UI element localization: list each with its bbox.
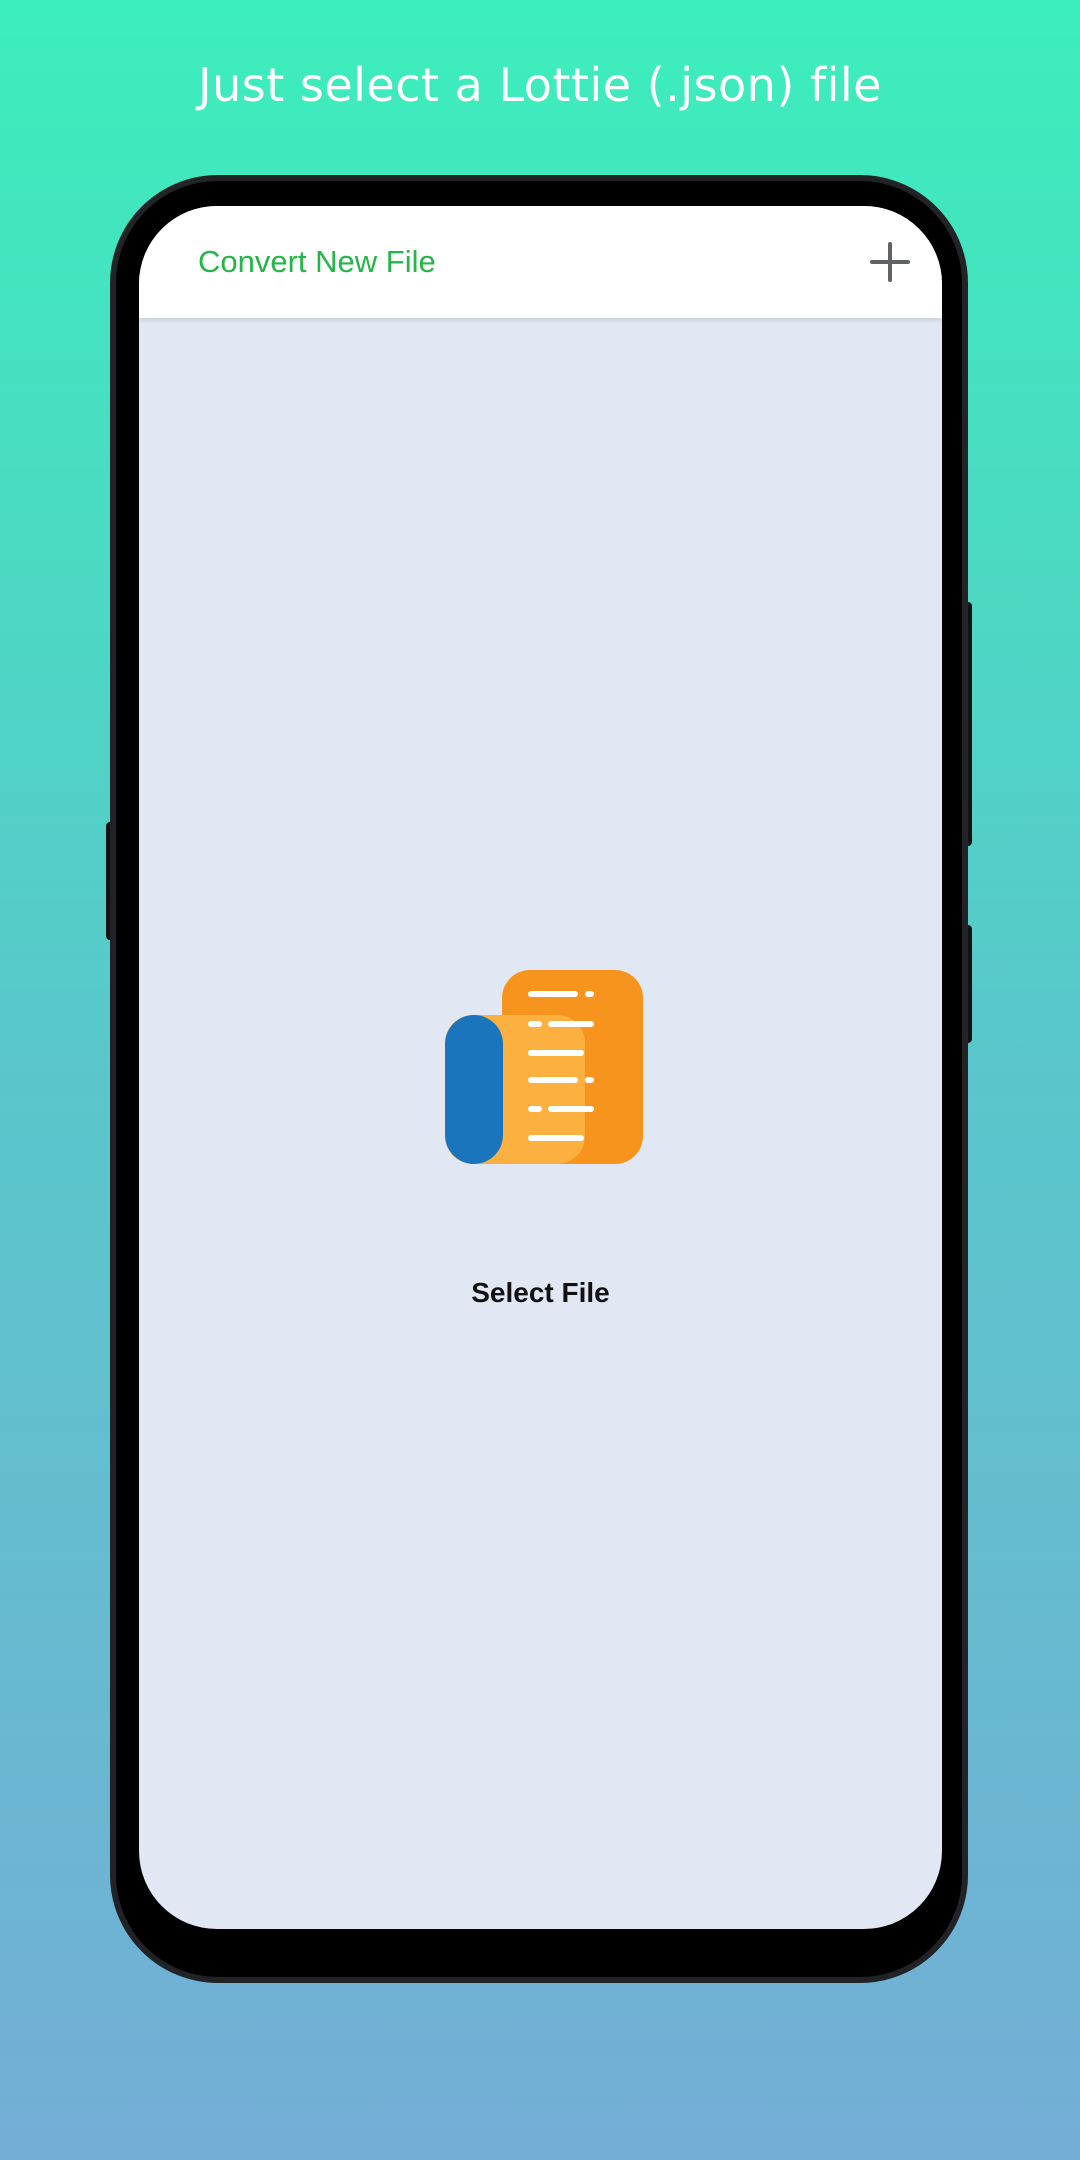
select-file-label[interactable]: Select File	[139, 1277, 942, 1309]
app-screen: Convert New File Select File	[139, 206, 942, 1929]
add-file-button[interactable]	[866, 238, 914, 286]
app-bar-title: Convert New File	[198, 244, 436, 279]
select-file-button[interactable]	[445, 970, 643, 1164]
promo-headline: Just select a Lottie (.json) file	[198, 58, 882, 112]
document-scroll-icon	[445, 970, 643, 1164]
app-bar: Convert New File	[139, 206, 942, 318]
plus-icon	[870, 242, 910, 282]
